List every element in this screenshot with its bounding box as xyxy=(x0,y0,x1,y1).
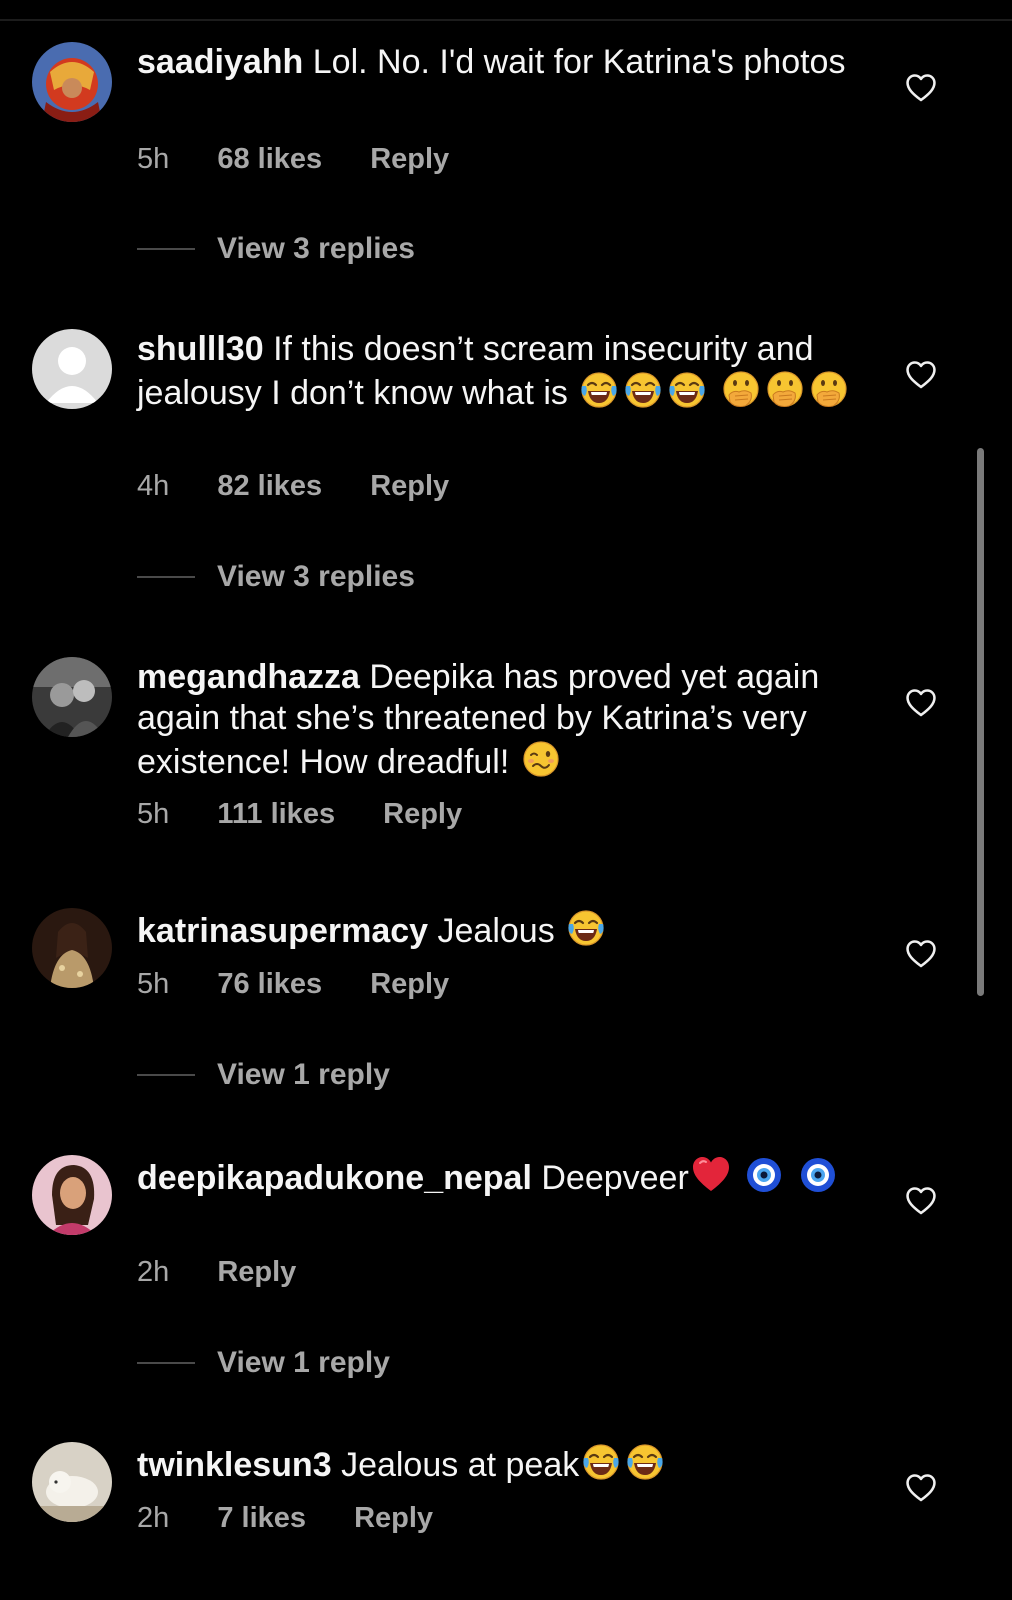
comment-time: 4h xyxy=(137,470,170,502)
face-with-tears-of-joy-icon xyxy=(581,1442,621,1482)
heart-icon[interactable] xyxy=(904,1184,938,1218)
comment-likes[interactable]: 82 likes xyxy=(217,470,322,503)
view-replies-line xyxy=(137,1362,195,1364)
comment-likes[interactable]: 76 likes xyxy=(217,968,322,1001)
view-replies-label[interactable]: View 3 replies xyxy=(217,232,415,265)
heart-icon[interactable] xyxy=(904,686,938,720)
avatar-megandhazza[interactable] xyxy=(32,657,112,737)
avatar-deepikapadukone-nepal[interactable] xyxy=(32,1155,112,1235)
heart-icon[interactable] xyxy=(904,937,938,971)
default-avatar[interactable] xyxy=(32,329,112,409)
heart-icon[interactable] xyxy=(904,71,938,105)
comment-body: Jealous xyxy=(437,912,555,950)
nazar-amulet-icon xyxy=(798,1155,838,1195)
comment-text: saadiyahh Lol. No. I'd wait for Katrina'… xyxy=(137,42,857,83)
comment-body: Jealous at peak xyxy=(341,1446,580,1484)
comment-text: twinklesun3 Jealous at peak xyxy=(137,1442,857,1486)
reply-button[interactable]: Reply xyxy=(370,968,449,1001)
comment-likes[interactable]: 7 likes xyxy=(217,1502,306,1535)
face-with-tears-of-joy-icon xyxy=(667,370,707,410)
comment-username[interactable]: deepikapadukone_nepal xyxy=(137,1159,532,1197)
comment-time: 2h xyxy=(137,1256,170,1288)
comment-text: katrinasupermacy Jealous xyxy=(137,908,857,952)
heart-icon[interactable] xyxy=(904,358,938,392)
view-replies-line xyxy=(137,576,195,578)
comment-likes[interactable]: 111 likes xyxy=(217,798,335,831)
red-heart-icon xyxy=(691,1155,731,1195)
avatar-twinklesun3[interactable] xyxy=(32,1442,112,1522)
view-replies-label[interactable]: View 1 reply xyxy=(217,1058,390,1091)
view-replies-button[interactable]: View 3 replies xyxy=(137,232,415,272)
comment-time: 5h xyxy=(137,968,170,1000)
comment-username[interactable]: megandhazza xyxy=(137,658,360,696)
view-replies-button[interactable]: View 1 reply xyxy=(137,1058,390,1098)
comment-username[interactable]: twinklesun3 xyxy=(137,1446,332,1484)
scrollbar[interactable] xyxy=(977,448,984,996)
face-with-hand-over-mouth-icon xyxy=(721,370,761,410)
avatar-katrinasupermacy[interactable] xyxy=(32,908,112,988)
heart-icon[interactable] xyxy=(904,1471,938,1505)
face-with-hand-over-mouth-icon xyxy=(765,370,805,410)
comment-username[interactable]: saadiyahh xyxy=(137,43,303,81)
woozy-face-icon xyxy=(521,739,561,779)
comment-time: 5h xyxy=(137,798,170,830)
face-with-tears-of-joy-icon xyxy=(625,1442,665,1482)
nazar-amulet-icon xyxy=(744,1155,784,1195)
comment-meta: 5h 76 likes Reply xyxy=(137,968,489,1001)
reply-button[interactable]: Reply xyxy=(217,1256,296,1289)
reply-button[interactable]: Reply xyxy=(354,1502,433,1535)
comment-meta: 2h Reply xyxy=(137,1256,336,1289)
top-divider xyxy=(0,19,1012,21)
comment-text: deepikapadukone_nepal Deepveer xyxy=(137,1155,857,1199)
comment-body: Deepveer xyxy=(541,1159,689,1197)
view-replies-button[interactable]: View 3 replies xyxy=(137,560,415,600)
comment-likes[interactable]: 68 likes xyxy=(217,143,322,176)
comment-meta: 5h 111 likes Reply xyxy=(137,798,502,831)
comment-time: 2h xyxy=(137,1502,170,1534)
comment-text: shulll30 If this doesn’t scream insecuri… xyxy=(137,329,857,414)
view-replies-button[interactable]: View 1 reply xyxy=(137,1346,390,1386)
comment-meta: 5h 68 likes Reply xyxy=(137,143,489,176)
view-replies-line xyxy=(137,248,195,250)
reply-button[interactable]: Reply xyxy=(383,798,462,831)
reply-button[interactable]: Reply xyxy=(370,143,449,176)
comment-username[interactable]: shulll30 xyxy=(137,330,264,368)
comment-body: Lol. No. I'd wait for Katrina's photos xyxy=(312,43,846,81)
comment-time: 5h xyxy=(137,143,170,175)
comment-username[interactable]: katrinasupermacy xyxy=(137,912,428,950)
avatar-saadiyahh[interactable] xyxy=(32,42,112,122)
comment-meta: 4h 82 likes Reply xyxy=(137,470,489,503)
view-replies-line xyxy=(137,1074,195,1076)
face-with-tears-of-joy-icon xyxy=(566,908,606,948)
face-with-tears-of-joy-icon xyxy=(579,370,619,410)
comment-text: megandhazza Deepika has proved yet again… xyxy=(137,657,857,783)
face-with-hand-over-mouth-icon xyxy=(809,370,849,410)
reply-button[interactable]: Reply xyxy=(370,470,449,503)
face-with-tears-of-joy-icon xyxy=(623,370,663,410)
view-replies-label[interactable]: View 1 reply xyxy=(217,1346,390,1379)
view-replies-label[interactable]: View 3 replies xyxy=(217,560,415,593)
comment-meta: 2h 7 likes Reply xyxy=(137,1502,473,1535)
